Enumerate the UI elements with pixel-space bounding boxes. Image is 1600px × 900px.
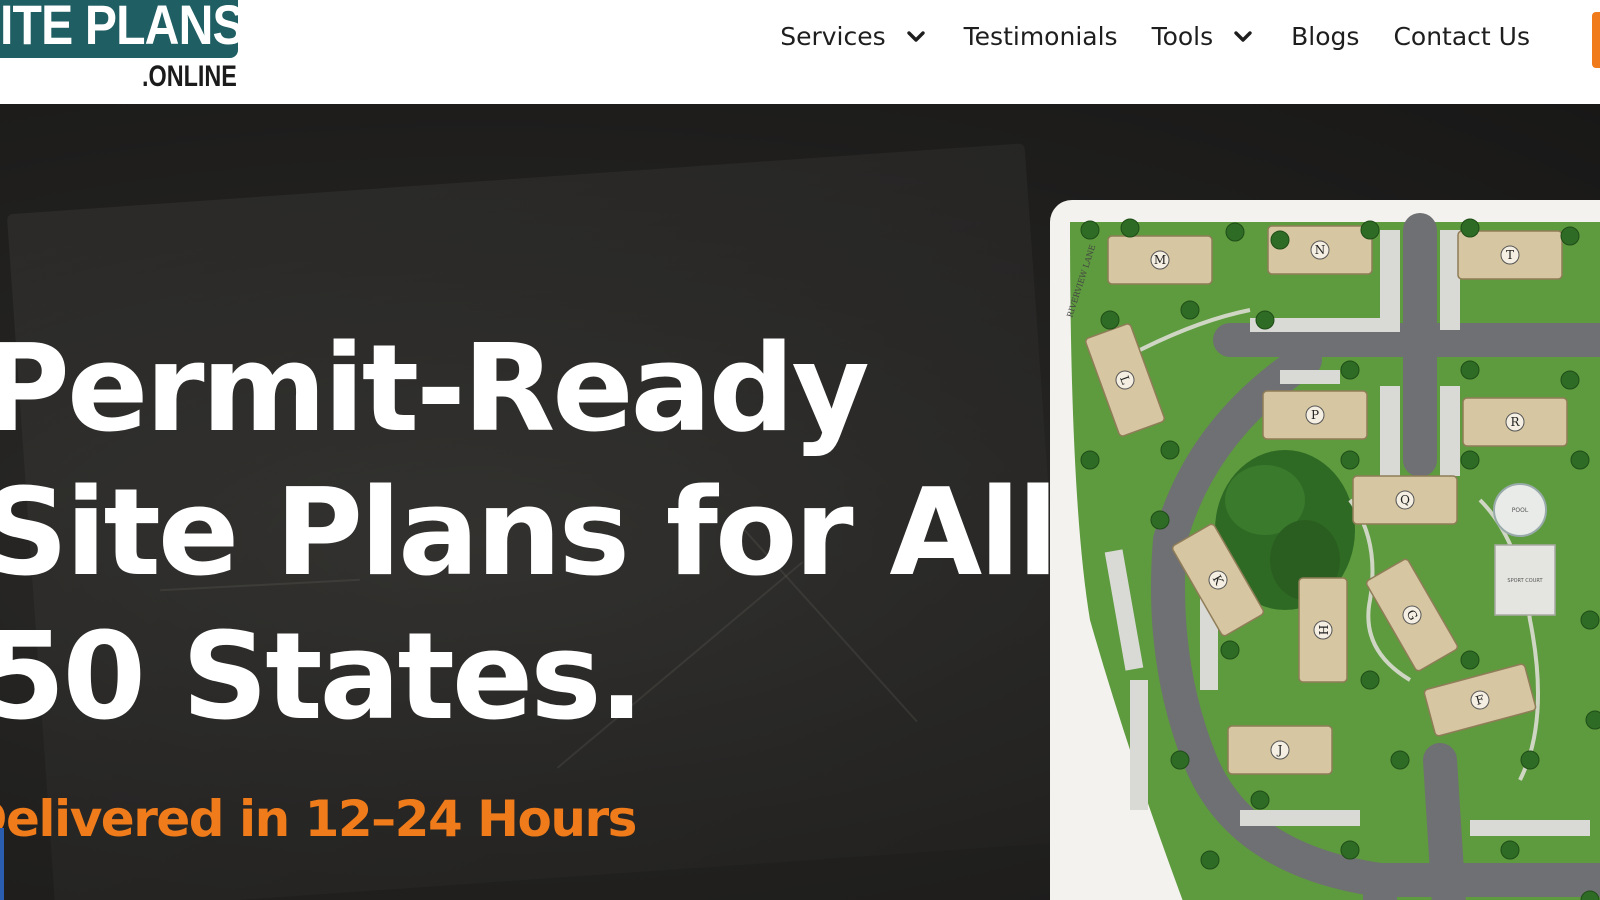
building-label: H (1316, 625, 1330, 635)
tree (1360, 220, 1380, 240)
tree (1460, 450, 1480, 470)
tree (1585, 710, 1600, 730)
nav-label-testimonials: Testimonials (963, 21, 1118, 51)
headline-line-1: Permit-Ready (0, 320, 870, 459)
building-label: N (1315, 243, 1326, 257)
tree (1560, 226, 1580, 246)
tree (1170, 750, 1190, 770)
nav-item-blogs[interactable]: Blogs (1291, 22, 1359, 51)
nav-item-contact-us[interactable]: Contact Us (1393, 22, 1530, 51)
tree (1580, 610, 1600, 630)
nav-label-blogs: Blogs (1291, 21, 1360, 51)
building: Q (1352, 475, 1458, 525)
nav-item-tools[interactable]: Tools (1152, 22, 1258, 51)
tree (1340, 360, 1360, 380)
tree (1120, 218, 1140, 238)
tree (1270, 230, 1290, 250)
building: R (1462, 397, 1568, 447)
building-label: J (1276, 743, 1283, 757)
pool-label: POOL (1512, 507, 1529, 514)
headline-line-2: Site Plans for All (0, 464, 1059, 603)
building-label: M (1154, 253, 1166, 267)
tree (1150, 510, 1170, 530)
building: P (1262, 390, 1368, 440)
building-label: P (1311, 408, 1319, 422)
tree (1360, 670, 1380, 690)
main-nav: Services Testimonials Tools Blogs Contac… (780, 0, 1530, 72)
nav-item-testimonials[interactable]: Testimonials (964, 22, 1118, 51)
site-plan-image: POOL SPORT COURT RIVERVIEW LANE MNTLPRQK… (1050, 200, 1600, 900)
nav-label-contact-us: Contact Us (1393, 21, 1530, 51)
nav-label-services: Services (780, 21, 886, 51)
tree (1570, 450, 1590, 470)
tree (1390, 750, 1410, 770)
hero-subheadline: Delivered in 12–24 Hours (0, 790, 637, 848)
tree (1200, 850, 1220, 870)
tree (1220, 640, 1240, 660)
site-header: ITE PLANS .ONLINE Services Testimonials … (0, 0, 1600, 104)
building-label: T (1506, 248, 1514, 262)
nav-label-tools: Tools (1151, 21, 1214, 51)
hero-headline: Permit-Ready Site Plans for All 50 State… (0, 318, 1059, 750)
tree (1340, 840, 1360, 860)
tree (1080, 450, 1100, 470)
tree (1340, 450, 1360, 470)
header-cta-button[interactable] (1592, 12, 1600, 68)
tree (1460, 650, 1480, 670)
tree (1520, 750, 1540, 770)
tree (1225, 222, 1245, 242)
tree (1180, 300, 1200, 320)
chevron-down-icon (1234, 31, 1252, 42)
side-tab[interactable] (0, 828, 4, 900)
tree (1160, 440, 1180, 460)
logo-main-text: ITE PLANS (0, 0, 245, 56)
tree (1250, 790, 1270, 810)
tree (1460, 360, 1480, 380)
building: T (1457, 230, 1563, 280)
building-label: Q (1400, 493, 1410, 507)
logo-sub-text: .ONLINE (142, 60, 237, 93)
tree (1080, 220, 1100, 240)
tree (1255, 310, 1275, 330)
building: H (1298, 577, 1348, 683)
tree (1460, 218, 1480, 238)
building: M (1107, 235, 1213, 285)
chevron-down-icon (906, 31, 925, 42)
sport-court-label: SPORT COURT (1507, 578, 1543, 584)
tree (1500, 840, 1520, 860)
nav-item-services[interactable]: Services (780, 22, 929, 51)
tree (1100, 310, 1120, 330)
building-label: R (1510, 415, 1520, 429)
tree (1560, 370, 1580, 390)
site-logo[interactable]: ITE PLANS .ONLINE (0, 0, 245, 100)
site-plan-illustration: POOL SPORT COURT RIVERVIEW LANE MN TLP RQK… (1065, 213, 1600, 900)
headline-line-3: 50 States. (0, 608, 644, 747)
building: J (1227, 725, 1333, 775)
